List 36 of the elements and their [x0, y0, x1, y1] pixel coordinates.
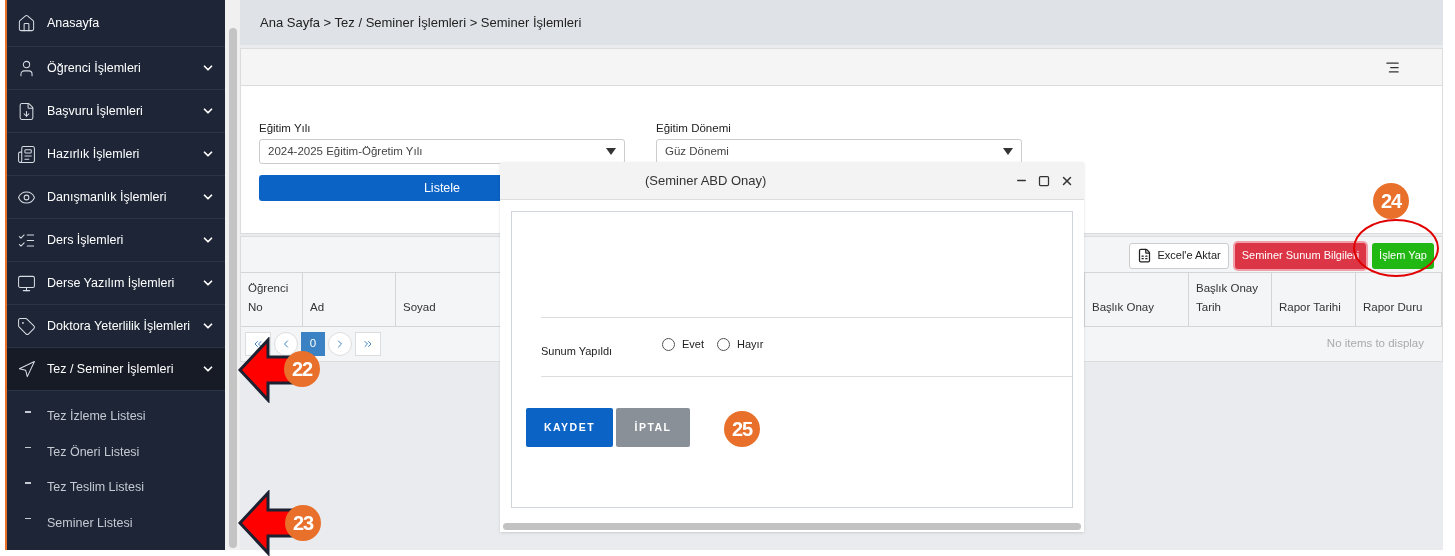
column-header[interactable]: Rapor Tarihi [1272, 273, 1356, 326]
submenu-label: Tez Öneri Listesi [47, 443, 140, 461]
submenu-item[interactable]: Tez İzleme Listesi [7, 399, 225, 435]
sidebar-item-label: Danışmanlık İşlemleri [47, 188, 168, 206]
column-header[interactable]: Öğrenci No [241, 273, 303, 326]
column-header[interactable]: Başlık Onay Tarih [1189, 273, 1272, 326]
submenu-item[interactable]: Tez Öneri Listesi [7, 434, 225, 470]
radio-option[interactable]: Hayır [717, 335, 764, 353]
modal-title: (Seminer ABD Onay) [645, 171, 767, 190]
radio-option[interactable]: Evet [662, 335, 704, 353]
sidebar-item[interactable]: Tez / Seminer İşlemleri [7, 348, 225, 391]
sidebar-item-label: Ders İşlemleri [47, 231, 125, 249]
submenu-label: Seminer Listesi [47, 514, 133, 532]
field-label: Eğitim Dönemi [656, 121, 732, 136]
sidebar-item-label: Anasayfa [47, 14, 101, 32]
column-header[interactable]: Ad [303, 273, 396, 326]
sidebar-item-label: Derse Yazılım İşlemleri [47, 274, 176, 292]
sidebar-item-label: Hazırlık İşlemleri [47, 145, 141, 163]
submenu-label: Tez Teslim Listesi [47, 479, 145, 497]
column-header[interactable]: Rapor Duru [1356, 273, 1442, 326]
submenu-label: Tez İzleme Listesi [47, 408, 146, 426]
sidebar-item-label: Tez / Seminer İşlemleri [47, 360, 175, 378]
sidebar-item-label: Başvuru İşlemleri [47, 102, 144, 120]
sidebar-item-label: Öğrenci İşlemleri [47, 59, 142, 77]
field-label: Sunum Yapıldı [541, 343, 614, 359]
submenu-item[interactable]: Tez Teslim Listesi [7, 470, 225, 506]
column-header[interactable]: Başlık Onay [1085, 273, 1189, 326]
dialog-button[interactable]: KAYDET [526, 408, 613, 447]
field-label: Eğitim Yılı [259, 121, 312, 136]
toolbar-button[interactable]: Seminer Sunum Bilgileri [1234, 242, 1367, 269]
sidebar-item-label: Doktora Yeterlilik İşlemleri [47, 317, 192, 335]
submenu-item[interactable]: Seminer Listesi [7, 505, 225, 541]
toolbar-button[interactable]: Excel'e Aktar [1129, 242, 1229, 269]
empty-message: No items to display [1326, 336, 1425, 352]
page-number[interactable]: 0 [301, 332, 325, 356]
breadcrumb: Ana Sayfa > Tez / Seminer İşlemleri > Seminer İşlemleri [260, 13, 582, 32]
